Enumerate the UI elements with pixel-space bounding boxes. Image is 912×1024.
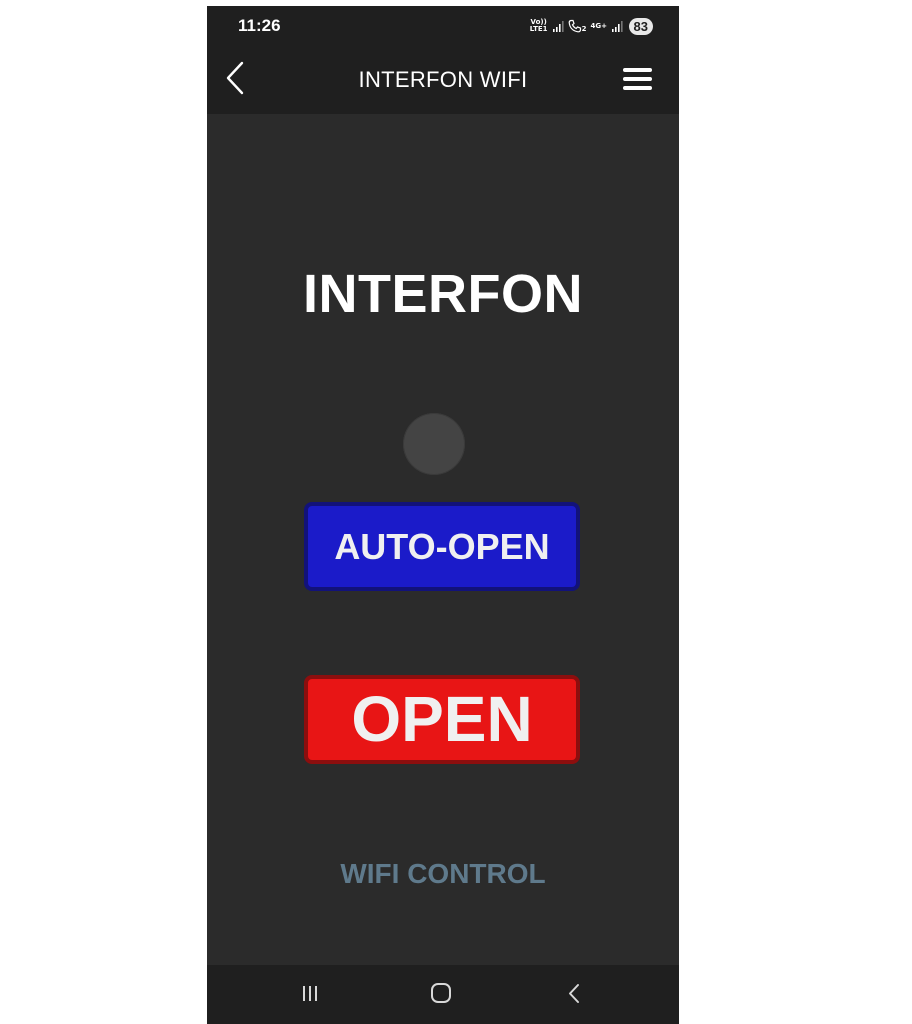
auto-open-button[interactable]: AUTO-OPEN [304, 502, 580, 591]
home-button[interactable] [424, 979, 458, 1009]
recent-apps-button[interactable] [293, 979, 327, 1009]
page-heading: INTERFON [303, 264, 583, 324]
system-nav-bar [207, 965, 679, 1024]
network-type-label: 4G+ [590, 21, 608, 30]
menu-button[interactable] [617, 66, 657, 94]
signal-icon-2 [611, 21, 623, 32]
back-icon [569, 984, 579, 1003]
app-bar: INTERFON WIFI [207, 46, 679, 114]
open-button[interactable]: OPEN [304, 675, 580, 764]
status-bar: 11:26 Vo)) LTE1 2 4G+ 83 [207, 6, 679, 46]
footer-label: WIFI CONTROL [340, 858, 546, 889]
volte-label: Vo)) LTE1 [529, 18, 548, 33]
phone-screen: 11:26 Vo)) LTE1 2 4G+ 83 INTERFON WIFI I… [207, 6, 679, 1024]
app-title: INTERFON WIFI [358, 67, 528, 92]
status-time: 11:26 [238, 16, 281, 35]
nav-back-button[interactable] [557, 979, 591, 1009]
signal-icon [552, 21, 564, 32]
wifi-calling-icon [568, 19, 581, 33]
sim2-label: 2 [581, 24, 587, 33]
battery-indicator: 83 [628, 17, 653, 35]
status-indicator-led [403, 413, 465, 475]
status-icons: Vo)) LTE1 2 4G+ 83 [530, 15, 653, 37]
home-icon [431, 983, 451, 1003]
recent-apps-icon [303, 986, 317, 1001]
